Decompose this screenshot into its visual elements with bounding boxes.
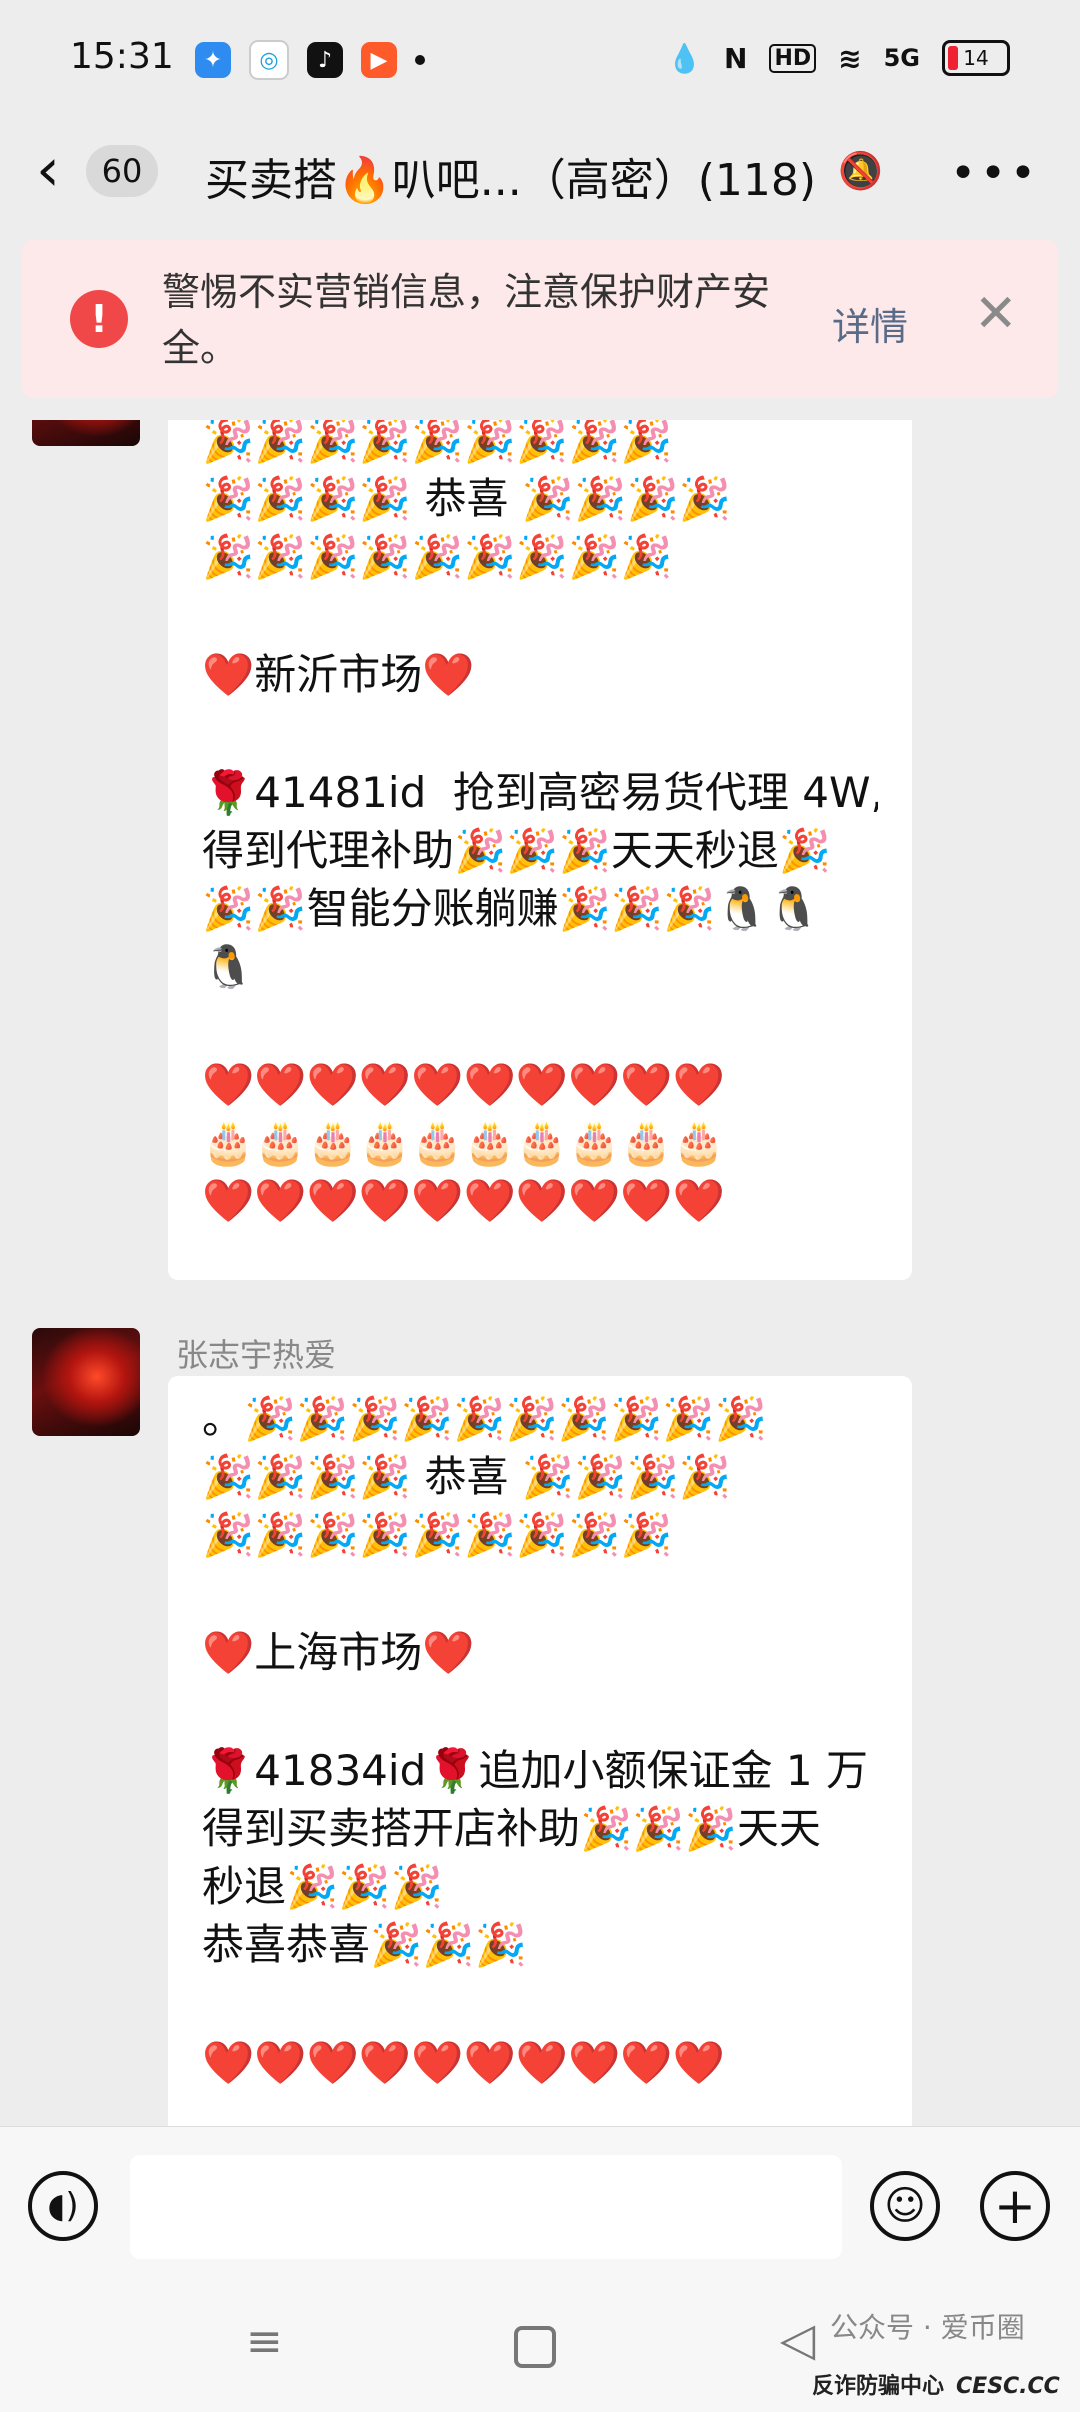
message-line <box>202 586 878 646</box>
status-bar: 15:31 ✦ ◎ ♪ ▶ 💧 N HD ≋ 5G 14 <box>0 0 1080 120</box>
warning-banner: ! 警惕不实营销信息，注意保护财产安全。 详情 ✕ <box>22 240 1058 398</box>
message-line: ❤️上海市场❤️ <box>202 1628 475 1677</box>
avatar[interactable] <box>32 420 140 446</box>
messenger-icon: ✦ <box>195 42 231 78</box>
close-icon[interactable]: ✕ <box>974 284 1018 344</box>
status-indicators: 💧 N HD ≋ 5G 14 <box>667 40 1010 76</box>
sender-name: 张志宇热爱 <box>176 1336 337 1374</box>
avatar[interactable] <box>32 1328 140 1436</box>
message-line: 恭喜恭喜🎉🎉🎉 <box>202 1920 527 1969</box>
message-line: ❤️❤️❤️❤️❤️❤️❤️❤️❤️❤️ <box>202 2038 725 2087</box>
message-line <box>202 1974 878 2034</box>
chat-messages[interactable]: 🎉🎉🎉🎉🎉🎉🎉🎉🎉 🎉🎉🎉🎉 恭喜 🎉🎉🎉🎉 🎉🎉🎉🎉🎉🎉🎉🎉🎉 ❤️新沂市场❤… <box>0 420 1080 2126</box>
home-button-icon[interactable] <box>514 2326 556 2368</box>
china-mobile-icon: ◎ <box>249 40 289 80</box>
drop-icon: 💧 <box>667 41 702 75</box>
message-line: 🌹41834id🌹追加小额保证金 1 万 <box>202 1746 868 1795</box>
input-bar: ◖) ☺ + <box>0 2126 1080 2287</box>
wifi-icon: ≋ <box>838 41 862 75</box>
warning-text: 警惕不实营销信息，注意保护财产安全。 <box>162 270 771 370</box>
warning-detail-link[interactable]: 详情 <box>832 296 908 351</box>
notification-dot-icon <box>415 55 425 65</box>
message-line: 🐧 <box>202 942 255 991</box>
system-nav-bar: ≡ ◁ 公众号 · 爱币圈 反诈防骗中心 CESC.CC <box>0 2286 1080 2412</box>
message-bubble[interactable]: 。🎉🎉🎉🎉🎉🎉🎉🎉🎉🎉 🎉🎉🎉🎉 恭喜 🎉🎉🎉🎉 🎉🎉🎉🎉🎉🎉🎉🎉🎉 ❤️上海市… <box>168 1376 912 2126</box>
warning-icon: ! <box>70 290 128 348</box>
watermark-site: CESC.CC <box>956 2374 1060 2399</box>
voice-input-button[interactable]: ◖) <box>28 2171 98 2241</box>
message-line: 得到买卖搭开店补助🎉🎉🎉天天 <box>202 1804 821 1853</box>
battery-level: 14 <box>963 46 989 70</box>
message-line: 🎂🎂🎂🎂🎂🎂🎂🎂🎂🎂 <box>202 1118 725 1167</box>
message-line: 得到代理补助🎉🎉🎉天天秒退🎉 <box>202 826 832 875</box>
recent-apps-icon[interactable]: ≡ <box>246 2316 283 2367</box>
message-line: 🎉🎉🎉🎉 恭喜 🎉🎉🎉🎉 <box>202 1452 732 1501</box>
message-line: ❤️新沂市场❤️ <box>202 650 475 699</box>
back-triangle-icon[interactable]: ◁ <box>780 2312 815 2366</box>
watermark-account: 公众号 · 爱币圈 <box>830 2311 1025 2344</box>
message-line: 。🎉🎉🎉🎉🎉🎉🎉🎉🎉🎉 <box>202 1394 767 1443</box>
message-bubble[interactable]: 🎉🎉🎉🎉🎉🎉🎉🎉🎉 🎉🎉🎉🎉 恭喜 🎉🎉🎉🎉 🎉🎉🎉🎉🎉🎉🎉🎉🎉 ❤️新沂市场❤… <box>168 420 912 1280</box>
message-line: 🎉🎉🎉🎉🎉🎉🎉🎉🎉 <box>202 1510 673 1559</box>
watermark-badge: 反诈防骗中心 CESC.CC <box>812 2368 1060 2400</box>
emoji-button[interactable]: ☺ <box>870 2171 940 2241</box>
more-options-button[interactable]: ••• <box>950 148 1040 199</box>
message-line <box>202 1682 878 1742</box>
status-app-icons: ✦ ◎ ♪ ▶ <box>195 40 425 80</box>
message-line: 🎉🎉🎉🎉🎉🎉🎉🎉🎉 <box>202 532 673 581</box>
video-icon: ▶ <box>361 42 397 78</box>
nfc-icon: N <box>724 41 748 75</box>
chat-header: ‹ 60 买卖搭🔥叭吧...（高密）(118) 🔕 ••• <box>0 120 1080 240</box>
status-time: 15:31 <box>70 36 174 77</box>
unread-count-badge[interactable]: 60 <box>86 145 158 197</box>
message-line: 🎉🎉智能分账躺赚🎉🎉🎉🐧🐧 <box>202 884 821 933</box>
message-line: ❤️❤️❤️❤️❤️❤️❤️❤️❤️❤️ <box>202 1060 725 1109</box>
message-line: 🎉🎉🎉🎉 恭喜 🎉🎉🎉🎉 <box>202 474 732 523</box>
message-line: ❤️❤️❤️❤️❤️❤️❤️❤️❤️❤️ <box>202 1176 725 1225</box>
message-line: 秒退🎉🎉🎉 <box>202 1862 443 1911</box>
signal-5g-icon: 5G <box>883 44 920 72</box>
more-functions-button[interactable]: + <box>980 2171 1050 2241</box>
battery-icon: 14 <box>942 40 1010 76</box>
mute-bell-icon: 🔕 <box>838 151 883 192</box>
message-line: 🌹41481id 抢到高密易货代理 4W, <box>202 768 878 817</box>
message-line <box>202 1564 878 1624</box>
watermark-org: 反诈防骗中心 <box>812 2374 945 2399</box>
message-line: 🎉🎉🎉🎉🎉🎉🎉🎉🎉 <box>202 420 673 465</box>
chat-title: 买卖搭🔥叭吧...（高密）(118) <box>205 155 817 206</box>
hd-icon: HD <box>769 43 817 73</box>
message-line <box>202 996 878 1056</box>
tiktok-icon: ♪ <box>307 42 343 78</box>
message-line <box>202 704 878 764</box>
message-input[interactable] <box>130 2155 842 2259</box>
